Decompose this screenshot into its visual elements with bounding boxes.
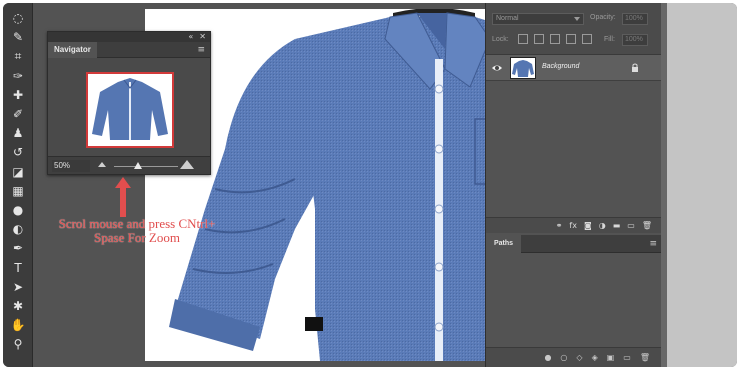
selection-to-path-icon[interactable]: ◈ [592,353,598,362]
layers-controls: Normal Opacity: 100% Lock: Fill: 100% [486,3,662,55]
trash-icon[interactable]: 🗑 [642,221,652,230]
fill-input[interactable]: 100% [622,34,648,46]
opacity-label: Opacity: [590,14,616,21]
opacity-input[interactable]: 100% [622,13,648,25]
shirt-layer-thumbnail [512,60,534,77]
gradient-tool-icon[interactable]: ▦ [7,182,29,200]
blur-tool-icon[interactable]: ● [7,201,29,219]
lock-label: Lock: [492,36,509,43]
lock-icon [632,63,638,72]
eye-icon[interactable] [492,63,502,73]
stroke-path-icon[interactable]: ○ [560,353,567,362]
healing-brush-tool-icon[interactable]: ✚ [7,86,29,104]
annotation-line-2: Spase For Zoom [94,230,180,245]
paths-footer-toolbar: ● ○ ◇ ◈ ▣ ▭ 🗑 [486,347,662,367]
photoshop-window: ◌ ✎ ⌗ ✑ ✚ ✐ ♟ ↺ ◪ ▦ ● ◐ ✒ T ➤ ✱ ✋ ⚲ « ✕ … [3,3,737,367]
zoom-slider-track[interactable] [114,166,178,167]
new-layer-icon[interactable]: ▭ [627,221,635,230]
navigator-view-box[interactable] [86,72,174,148]
blend-mode-value: Normal [496,15,519,22]
side-gutter [667,3,737,367]
arrow-up-icon [115,177,131,217]
hand-tool-icon[interactable]: ✋ [7,316,29,334]
trash-icon[interactable]: 🗑 [640,353,650,362]
clone-stamp-tool-icon[interactable]: ♟ [7,124,29,142]
zoom-percent-input[interactable]: 50% [52,160,90,172]
shape-tool-icon[interactable]: ✱ [7,297,29,315]
new-path-icon[interactable]: ▭ [623,353,631,362]
lasso-tool-icon[interactable]: ◌ [7,9,29,27]
lock-image-icon[interactable] [534,34,544,44]
navigator-panel: « ✕ Navigator ≡ 50% [47,31,211,175]
tools-panel: ◌ ✎ ⌗ ✑ ✚ ✐ ♟ ↺ ◪ ▦ ● ◐ ✒ T ➤ ✱ ✋ ⚲ [3,3,33,367]
brush-tool-icon[interactable]: ✐ [7,105,29,123]
zoom-in-icon[interactable] [180,160,194,169]
navigator-tabbar: Navigator ≡ [48,42,210,58]
fill-label: Fill: [604,36,615,43]
tab-paths[interactable]: Paths [486,235,522,253]
zoom-slider-thumb[interactable] [134,162,142,169]
path-to-selection-icon[interactable]: ◇ [576,353,582,362]
fx-icon[interactable]: fx [569,221,577,230]
panel-menu-icon[interactable]: ≡ [197,45,205,55]
blend-mode-select[interactable]: Normal [492,13,584,25]
annotation-line-1: Scrol mouse and press CNtrl+ [58,216,216,231]
navigator-preview-area [48,58,210,152]
paths-tabbar: Paths ≡ [486,235,662,253]
close-icon[interactable]: ✕ [199,33,206,41]
path-selection-tool-icon[interactable]: ➤ [7,278,29,296]
layer-name: Background [542,63,580,70]
navigator-titlebar: « ✕ [48,32,210,42]
shirt-thumbnail [92,78,168,140]
history-brush-tool-icon[interactable]: ↺ [7,143,29,161]
layers-footer-toolbar: ⚭ fx ◙ ◑ ▬ ▭ 🗑 [486,217,662,233]
zoom-out-icon[interactable] [98,162,106,167]
zoom-tool-icon[interactable]: ⚲ [7,335,29,353]
layers-panel-group: Normal Opacity: 100% Lock: Fill: 100% Ba… [485,3,662,367]
link-layers-icon[interactable]: ⚭ [556,221,563,230]
fill-path-icon[interactable]: ● [544,353,551,362]
chevron-down-icon [574,17,580,21]
dodge-tool-icon[interactable]: ◐ [7,220,29,238]
quick-select-tool-icon[interactable]: ✎ [7,28,29,46]
pen-tool-icon[interactable]: ✒ [7,239,29,257]
type-tool-icon[interactable]: T [7,259,29,277]
tab-navigator[interactable]: Navigator [48,42,97,58]
layer-row-background[interactable]: Background [486,55,662,81]
eraser-tool-icon[interactable]: ◪ [7,163,29,181]
lock-artboard-icon[interactable] [566,34,576,44]
layer-thumbnail [510,57,536,79]
adjustment-layer-icon[interactable]: ◑ [599,221,606,230]
crop-tool-icon[interactable]: ⌗ [7,47,29,65]
lock-position-icon[interactable] [550,34,560,44]
new-group-icon[interactable]: ▬ [613,221,621,230]
collapse-icon[interactable]: « [188,33,193,41]
lock-transparent-icon[interactable] [518,34,528,44]
eyedropper-tool-icon[interactable]: ✑ [7,67,29,85]
paths-menu-icon[interactable]: ≡ [649,239,657,249]
lock-all-icon[interactable] [582,34,592,44]
add-mask-icon[interactable]: ◙ [584,221,592,230]
navigator-zoom-bar: 50% [48,156,210,174]
zoom-instruction-annotation: Scrol mouse and press CNtrl+ Spase For Z… [35,217,239,245]
add-mask-icon[interactable]: ▣ [607,353,615,362]
